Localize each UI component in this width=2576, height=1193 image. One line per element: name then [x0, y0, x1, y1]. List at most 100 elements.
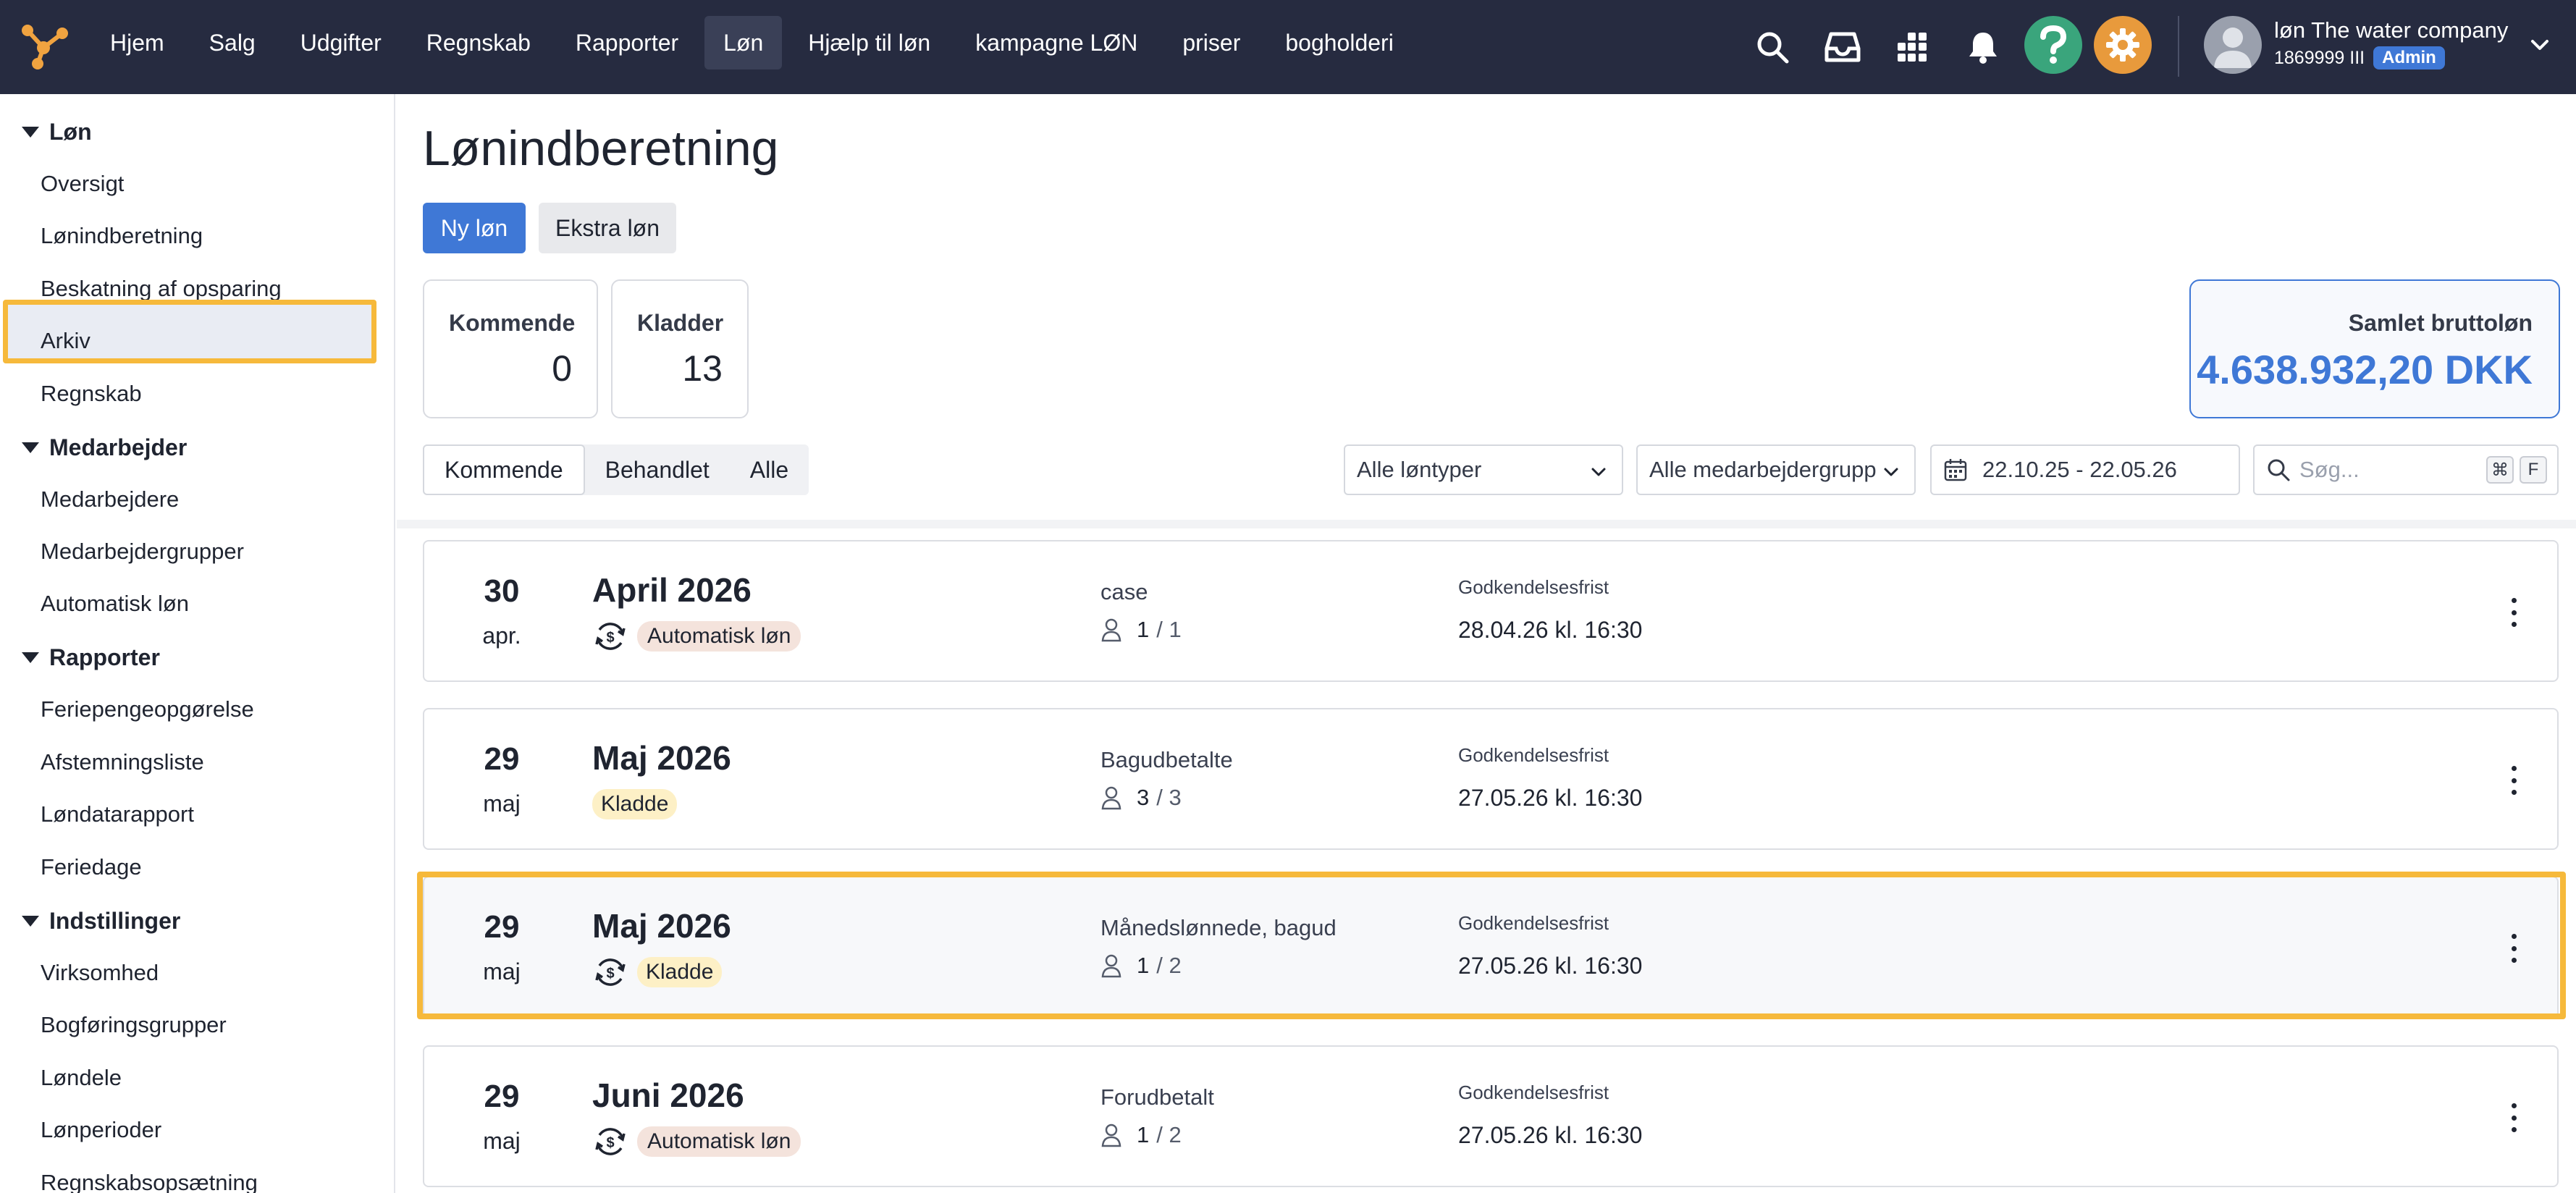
payroll-month: apr. [482, 623, 521, 649]
new-payroll-button[interactable]: Ny løn [423, 203, 526, 253]
payroll-month: maj [483, 791, 521, 817]
payroll-tags: Kladde [592, 786, 678, 822]
sidebar-item-londele[interactable]: Løndele [41, 1065, 122, 1091]
stat-value: 0 [552, 348, 572, 389]
sidebar: Løn Oversigt Lønindberetning Beskatning … [0, 94, 395, 1193]
deadline-label: Godkendelsesfrist [1458, 576, 1609, 598]
employee-group-select[interactable]: Alle medarbejdergrupp [1636, 444, 1916, 495]
nav-item-salg[interactable]: Salg [190, 16, 274, 69]
more-options-icon[interactable] [2505, 1103, 2522, 1132]
sidebar-item-regnskabsopsaetning[interactable]: Regnskabsopsætning [41, 1170, 258, 1193]
nav-item-regnskab[interactable]: Regnskab [408, 16, 550, 69]
sidebar-item-feriepengeopgorelse[interactable]: Feriepengeopgørelse [41, 696, 254, 722]
caret-down-icon [22, 127, 39, 138]
payroll-row[interactable]: 29 maj Juni 2026 $ Automatisk løn Forudb… [423, 1045, 2559, 1187]
total-gross-label: Samlet bruttoløn [2348, 310, 2533, 336]
payroll-day: 29 [484, 1079, 520, 1114]
auto-payroll-icon: $ [595, 623, 626, 650]
sidebar-item-oversigt[interactable]: Oversigt [41, 171, 124, 197]
payroll-count-total: / 2 [1156, 1122, 1182, 1147]
caret-down-icon [22, 442, 39, 453]
nav-item-bogholderi[interactable]: bogholderi [1266, 16, 1412, 69]
list-divider [397, 520, 2576, 528]
sidebar-item-virksomhed[interactable]: Virksomhed [41, 960, 159, 986]
help-icon[interactable] [2024, 16, 2082, 74]
sidebar-group-indstillinger[interactable]: Indstillinger [22, 908, 180, 935]
payroll-month: maj [483, 1128, 521, 1154]
role-badge: Admin [2373, 46, 2445, 69]
stat-card-total-gross: Samlet bruttoløn 4.638.932,20 DKK [2189, 279, 2560, 418]
person-icon [1101, 618, 1121, 642]
highlight-frame [3, 300, 376, 363]
sidebar-item-londatarapport[interactable]: Løndatarapport [41, 801, 194, 827]
shortcut-key-cmd: ⌘ [2486, 456, 2514, 484]
top-navigation-bar: Hjem Salg Udgifter Regnskab Rapporter Lø… [0, 0, 2576, 94]
search-field[interactable]: Søg... ⌘ F [2253, 444, 2559, 495]
person-icon [1101, 786, 1121, 810]
date-range-value: 22.10.25 - 22.05.26 [1982, 457, 2177, 482]
payroll-count-value: 1 [1137, 617, 1150, 642]
nav-item-hjem[interactable]: Hjem [91, 16, 183, 69]
sidebar-item-feriedage[interactable]: Feriedage [41, 854, 142, 880]
date-range-picker[interactable]: 22.10.25 - 22.05.26 [1930, 444, 2240, 495]
sidebar-group-lon[interactable]: Løn [22, 119, 92, 146]
stat-label: Kommende [449, 310, 576, 336]
nav-item-rapporter[interactable]: Rapporter [557, 16, 697, 69]
chevron-down-icon[interactable] [2525, 30, 2554, 59]
main-nav: Hjem Salg Udgifter Regnskab Rapporter Lø… [91, 16, 1420, 69]
sidebar-item-beskatning-af-opsparing[interactable]: Beskatning af opsparing [41, 276, 282, 302]
payroll-title: Maj 2026 [592, 739, 731, 777]
search-icon[interactable] [1747, 22, 1798, 72]
tab-kommende[interactable]: Kommende [423, 444, 585, 495]
payroll-title: Juni 2026 [592, 1076, 744, 1114]
more-options-icon[interactable] [2505, 598, 2522, 627]
stat-card-upcoming: Kommende 0 [423, 279, 598, 418]
deadline-value: 27.05.26 kl. 16:30 [1458, 785, 1643, 811]
payroll-count-value: 1 [1137, 1122, 1150, 1147]
sidebar-group-label: Rapporter [49, 644, 160, 670]
sidebar-item-automatisk-lon[interactable]: Automatisk løn [41, 591, 189, 617]
svg-text:$: $ [606, 630, 614, 646]
tab-alle[interactable]: Alle [730, 444, 809, 495]
apps-grid-icon[interactable] [1887, 22, 1937, 72]
payroll-day: 30 [484, 573, 520, 609]
more-options-icon[interactable] [2505, 766, 2522, 795]
payroll-row[interactable]: 30 apr. April 2026 $ Automatisk løn case… [423, 540, 2559, 682]
payroll-row[interactable]: 29 maj Maj 2026 Kladde Bagudbetalte 3 / … [423, 708, 2559, 850]
nav-item-priser[interactable]: priser [1163, 16, 1259, 69]
nav-item-kampagne-lon[interactable]: kampagne LØN [956, 16, 1156, 69]
pay-type-select-value: Alle løntyper [1357, 457, 1482, 482]
sidebar-item-medarbejdere[interactable]: Medarbejdere [41, 486, 179, 513]
extra-payroll-button[interactable]: Ekstra løn [539, 203, 676, 253]
user-id: 1869999 III Admin [2274, 46, 2445, 69]
user-company-name[interactable]: løn The water company [2274, 17, 2508, 43]
sidebar-item-lonperioder[interactable]: Lønperioder [41, 1117, 161, 1143]
sidebar-item-afstemningsliste[interactable]: Afstemningsliste [41, 749, 204, 775]
payroll-count-total: / 3 [1156, 785, 1182, 810]
sidebar-item-bogforingsgrupper[interactable]: Bogføringsgrupper [41, 1012, 227, 1038]
highlight-frame [417, 872, 2566, 1019]
sidebar-item-medarbejdergrupper[interactable]: Medarbejdergrupper [41, 539, 244, 565]
sidebar-group-medarbejder[interactable]: Medarbejder [22, 434, 187, 461]
gear-icon[interactable] [2094, 16, 2152, 74]
sidebar-group-rapporter[interactable]: Rapporter [22, 644, 160, 671]
avatar[interactable] [2204, 16, 2262, 74]
shortcut-key-f: F [2520, 456, 2547, 484]
tab-behandlet[interactable]: Behandlet [585, 444, 730, 495]
stat-card-drafts: Kladder 13 [611, 279, 749, 418]
svg-text:$: $ [606, 1135, 614, 1151]
pay-type-select[interactable]: Alle løntyper [1344, 444, 1623, 495]
nav-item-hjaelp-til-lon[interactable]: Hjælp til løn [789, 16, 949, 69]
search-icon [2268, 459, 2290, 481]
payroll-count-total: / 1 [1156, 617, 1182, 642]
payroll-employee-count: 1 / 2 [1100, 1122, 1182, 1148]
toolbar-divider [2178, 16, 2179, 77]
inbox-icon[interactable] [1817, 22, 1868, 72]
nav-item-udgifter[interactable]: Udgifter [282, 16, 400, 69]
bell-icon[interactable] [1958, 22, 2008, 72]
payroll-employee-group: Forudbetalt [1100, 1084, 1214, 1110]
sidebar-item-lonindberetning[interactable]: Lønindberetning [41, 223, 203, 249]
sidebar-item-regnskab[interactable]: Regnskab [41, 381, 142, 407]
app-logo[interactable] [17, 22, 70, 69]
nav-item-lon[interactable]: Løn [704, 16, 783, 69]
